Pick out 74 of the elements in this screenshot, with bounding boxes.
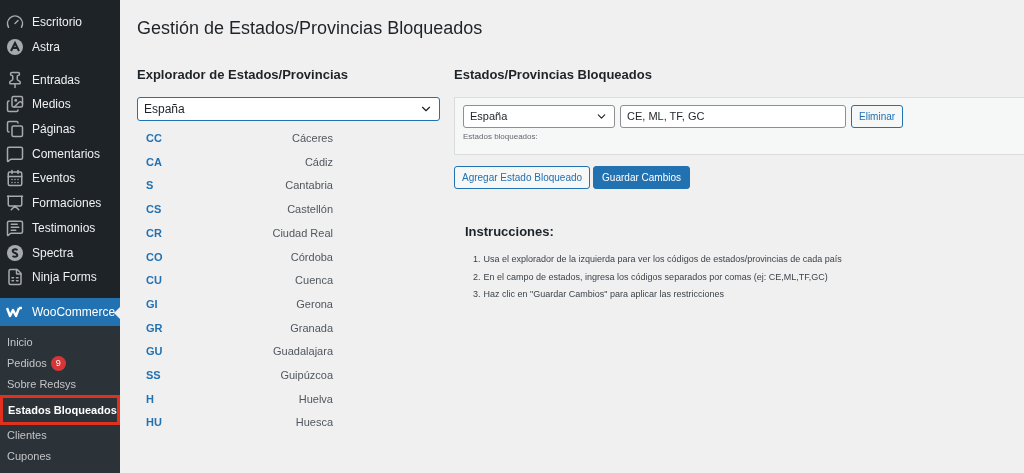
section-heading: Explorador de Estados/Provincias [137, 66, 348, 84]
comment-icon [6, 144, 24, 163]
menu-item[interactable]: WooCommerce [0, 297, 120, 327]
count-badge: 9 [50, 356, 66, 372]
remove-button[interactable]: Eliminar [851, 104, 904, 128]
section-heading: Estados/Provincias Bloqueados [454, 66, 652, 84]
state-code: CU [146, 273, 162, 289]
quote-icon [6, 218, 24, 237]
state-name: Córdoba [290, 249, 333, 265]
state-name: Guadalajara [273, 344, 333, 360]
state-name: Huesca [295, 415, 333, 431]
menu-item[interactable]: Astra [0, 34, 120, 60]
instructions-heading: Instrucciones: [465, 222, 554, 241]
state-name: Gerona [296, 296, 333, 312]
step-text: Haz clic en "Guardar Cambios" para aplicar las restricciones [483, 288, 724, 301]
w-logo-icon [6, 305, 24, 318]
state-name: Granada [290, 320, 333, 336]
state-code: CC [146, 131, 162, 147]
state-code: H [146, 391, 154, 407]
menu-item[interactable]: Entradas [0, 67, 120, 93]
submenu-item[interactable]: Pedidos 9 [2, 353, 118, 375]
submenu-item[interactable]: Estados Bloqueados [0, 395, 120, 426]
menu-item[interactable]: Formaciones [0, 190, 120, 216]
presentation-icon [6, 194, 24, 213]
step-number: 3. [473, 288, 481, 301]
page-title: Gestión de Estados/Provincias Bloqueados [137, 17, 483, 39]
media-icon [6, 95, 24, 114]
state-name: Cádiz [304, 154, 333, 170]
step-text: Usa el explorador de la izquierda para ver los códigos de estados/provincias de cada país [483, 253, 842, 266]
step-number: 2. [473, 270, 481, 284]
state-code: GU [146, 344, 163, 360]
state-name: Castellón [287, 202, 333, 218]
state-name: Cuenca [295, 273, 333, 289]
hint-text: Estados bloqueados: [463, 130, 538, 143]
submenu-item[interactable]: Clientes [2, 425, 118, 447]
states-input[interactable]: CE, ML, TF, GC [620, 104, 846, 128]
state-code: HU [146, 415, 162, 431]
save-button[interactable]: Guardar Cambios [593, 165, 690, 189]
add-button[interactable]: Agregar Estado Bloqueado [454, 165, 591, 189]
submenu-item[interactable]: Sobre Redsys [2, 374, 118, 396]
submenu-item[interactable]: Cupones [2, 446, 118, 468]
state-name: Guipúzcoa [280, 367, 333, 383]
country-select[interactable]: España [463, 104, 615, 128]
menu-item[interactable]: Spectra [0, 240, 120, 265]
menu-item[interactable]: Comentarios [0, 141, 120, 167]
state-name: Cantabria [285, 178, 333, 194]
state-code: CR [146, 225, 162, 241]
current-arrow [114, 306, 120, 319]
menu-item[interactable]: Eventos [0, 166, 120, 191]
menu-item[interactable]: Testimonios [0, 215, 120, 241]
menu-item[interactable]: Páginas [0, 116, 120, 142]
state-name: Cáceres [292, 131, 333, 147]
submenu-item[interactable]: Inicio [2, 332, 118, 354]
state-code: CA [146, 154, 162, 170]
state-code: GR [146, 320, 163, 336]
state-code: CO [146, 249, 163, 265]
pages-icon [6, 120, 24, 139]
state-name: Ciudad Real [272, 225, 333, 241]
state-code: SS [146, 367, 161, 383]
form-icon [6, 268, 24, 287]
a-logo-icon [6, 38, 24, 57]
calendar-icon [6, 169, 24, 188]
state-code: S [146, 178, 154, 194]
state-code: CS [146, 202, 162, 218]
s-logo-icon [6, 243, 24, 262]
menu-item[interactable]: Medios [0, 92, 120, 117]
country-select[interactable]: España [137, 96, 440, 121]
step-number: 1. [473, 253, 481, 266]
state-name: Huelva [298, 391, 333, 407]
menu-item[interactable]: Escritorio [0, 10, 120, 35]
state-code: GI [146, 296, 158, 312]
pin-icon [6, 70, 24, 89]
step-text: En el campo de estados, ingresa los códigos separados por comas (ej: CE,ML,TF,GC) [483, 270, 828, 284]
menu-item[interactable]: Ninja Forms [0, 264, 120, 290]
